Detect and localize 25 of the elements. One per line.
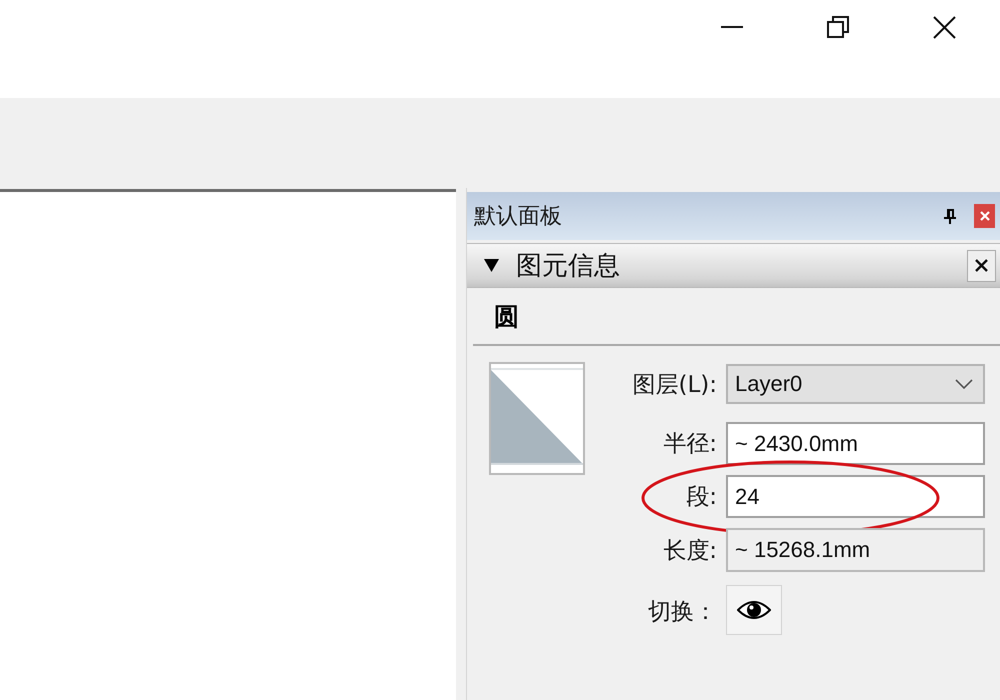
field-label: 图层(L): [631,370,718,400]
close-icon [975,259,988,272]
field-label: 半径: [662,430,718,459]
visibility-toggle-button[interactable] [726,585,782,635]
close-icon [932,16,956,38]
panel-title: 默认面板 [474,203,563,231]
field-label: 段: [685,483,718,512]
restore-icon [827,16,849,38]
pin-icon [944,208,956,224]
minimize-icon [721,26,743,28]
input-field[interactable]: 24 [726,475,985,518]
chevron-down-icon [955,379,973,389]
readonly-field: ~ 15268.1mm [726,528,985,572]
panel-close-button[interactable] [974,204,995,228]
triangle-down-icon[interactable] [484,258,499,273]
entity-type-label: 圆 [494,304,519,328]
pin-button[interactable] [944,208,956,224]
layer-dropdown[interactable]: Layer0 [726,364,985,404]
section-close-button[interactable] [967,250,996,282]
field-label: 长度: [662,536,718,566]
section-title: 图元信息 [516,250,621,283]
close-icon [980,211,990,221]
input-field[interactable]: ~ 2430.0mm [726,422,985,465]
eye-icon [737,600,771,620]
field-label: 切换： [647,598,718,627]
